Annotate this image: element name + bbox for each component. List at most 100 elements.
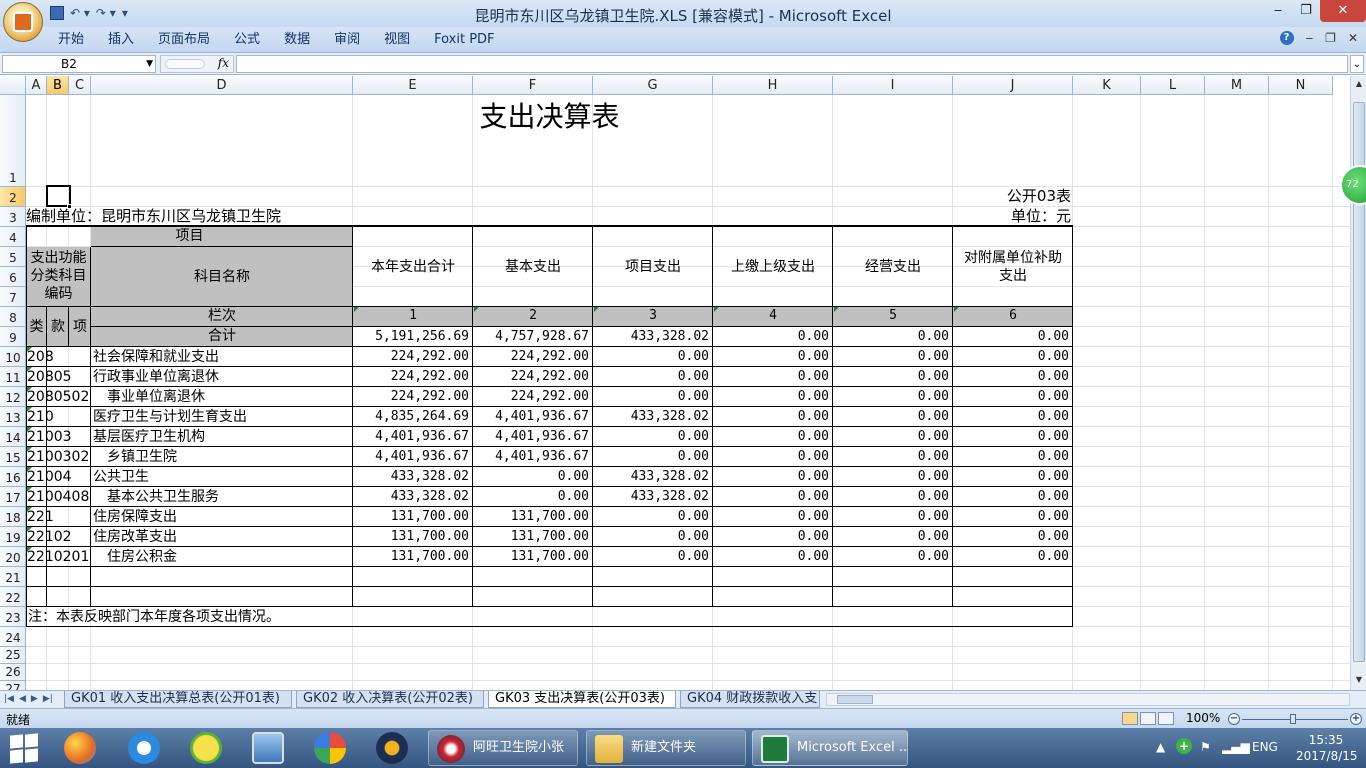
- ie-icon[interactable]: [128, 732, 160, 764]
- tab-review[interactable]: 审阅: [322, 31, 372, 49]
- row-header-1[interactable]: 1: [0, 95, 26, 187]
- close-button[interactable]: ✕: [1320, 0, 1366, 22]
- row-header-2[interactable]: 2: [0, 187, 26, 207]
- row-header-4[interactable]: 4: [0, 227, 26, 247]
- column-header-i[interactable]: I: [833, 76, 953, 95]
- sheet-tab-gk01[interactable]: GK01 收入支出决算总表(公开01表): [64, 691, 292, 708]
- row-header-12[interactable]: 12: [0, 387, 26, 407]
- taskbar-app-wangwang[interactable]: 阿旺卫生院小张: [428, 730, 578, 766]
- column-header-j[interactable]: J: [953, 76, 1073, 95]
- ribbon-restore-icon[interactable]: ❐: [1325, 31, 1336, 45]
- row-header-27[interactable]: 27: [0, 681, 26, 690]
- row-header-17[interactable]: 17: [0, 487, 26, 507]
- tab-formulas[interactable]: 公式: [222, 31, 272, 49]
- minimize-button[interactable]: ‒: [1264, 0, 1292, 22]
- column-header-b[interactable]: B: [47, 76, 69, 95]
- row-header-25[interactable]: 25: [0, 647, 26, 664]
- taskbar-app-excel[interactable]: Microsoft Excel ...: [752, 730, 908, 766]
- language-indicator[interactable]: ENG: [1252, 740, 1278, 754]
- row-header-21[interactable]: 21: [0, 567, 26, 587]
- scroll-up-icon[interactable]: ▲: [1353, 78, 1365, 90]
- remote-desktop-icon[interactable]: [252, 732, 284, 764]
- clock[interactable]: 15:35 2017/8/15: [1296, 732, 1358, 764]
- row-header-19[interactable]: 19: [0, 527, 26, 547]
- row-header-20[interactable]: 20: [0, 547, 26, 567]
- scroll-down-icon[interactable]: ▼: [1353, 674, 1365, 686]
- next-sheet-icon[interactable]: ▶: [31, 691, 38, 707]
- zoom-in-icon[interactable]: +: [1350, 713, 1362, 725]
- chrome-icon[interactable]: [314, 732, 346, 764]
- first-sheet-icon[interactable]: |◀: [4, 691, 14, 707]
- zoom-knob[interactable]: [1290, 714, 1296, 724]
- select-all-corner[interactable]: [0, 76, 26, 95]
- tab-view[interactable]: 视图: [372, 31, 422, 49]
- formula-resize-handle[interactable]: [165, 59, 205, 69]
- last-sheet-icon[interactable]: ▶|: [43, 691, 53, 707]
- qq-browser-icon[interactable]: [190, 732, 222, 764]
- help-icon[interactable]: ?: [1279, 31, 1294, 45]
- column-header-a[interactable]: A: [26, 76, 47, 95]
- network-warning-icon[interactable]: ⚑: [1200, 740, 1211, 754]
- fill-handle[interactable]: [67, 204, 72, 209]
- show-hidden-icons-icon[interactable]: ▲: [1156, 740, 1165, 754]
- horizontal-scrollbar[interactable]: [826, 693, 1350, 706]
- expand-formula-icon[interactable]: ⌄: [1350, 55, 1364, 73]
- row-header-15[interactable]: 15: [0, 447, 26, 467]
- column-header-n[interactable]: N: [1269, 76, 1333, 95]
- zoom-slider[interactable]: − +: [1228, 713, 1362, 725]
- sheet-tab-gk03[interactable]: GK03 支出决算表(公开03表): [488, 691, 676, 708]
- row-header-22[interactable]: 22: [0, 587, 26, 607]
- chevron-down-icon[interactable]: ▼: [146, 56, 153, 72]
- row-header-7[interactable]: 7: [0, 287, 26, 307]
- ribbon-close-icon[interactable]: ✕: [1348, 31, 1358, 45]
- start-button[interactable]: [8, 732, 40, 764]
- formula-input[interactable]: [236, 55, 1348, 73]
- page-layout-view-icon[interactable]: [1140, 712, 1156, 725]
- column-header-f[interactable]: F: [473, 76, 593, 95]
- column-header-g[interactable]: G: [593, 76, 713, 95]
- row-header-24[interactable]: 24: [0, 627, 26, 647]
- row-header-10[interactable]: 10: [0, 347, 26, 367]
- row-header-18[interactable]: 18: [0, 507, 26, 527]
- row-header-6[interactable]: 6: [0, 267, 26, 287]
- column-header-d[interactable]: D: [91, 76, 353, 95]
- prev-sheet-icon[interactable]: ◀: [19, 691, 26, 707]
- sheet-tab-gk04[interactable]: GK04 财政拨款收入支: [680, 691, 820, 708]
- row-header-26[interactable]: 26: [0, 664, 26, 681]
- restore-button[interactable]: ❐: [1292, 0, 1320, 22]
- row-header-13[interactable]: 13: [0, 407, 26, 427]
- column-header-h[interactable]: H: [713, 76, 833, 95]
- column-header-k[interactable]: K: [1073, 76, 1141, 95]
- signal-icon[interactable]: ▂▄▆: [1222, 740, 1250, 754]
- taskbar-app-folder[interactable]: 新建文件夹: [586, 730, 746, 766]
- tab-insert[interactable]: 插入: [96, 31, 146, 49]
- plus-icon[interactable]: +: [1176, 738, 1192, 754]
- row-header-11[interactable]: 11: [0, 367, 26, 387]
- row-header-16[interactable]: 16: [0, 467, 26, 487]
- zoom-out-icon[interactable]: −: [1228, 713, 1240, 725]
- insert-function-icon[interactable]: fx: [218, 56, 229, 70]
- name-box[interactable]: B2 ▼: [2, 55, 156, 73]
- row-header-8[interactable]: 8: [0, 307, 26, 327]
- tab-home[interactable]: 开始: [46, 31, 96, 49]
- page-break-view-icon[interactable]: [1158, 712, 1174, 725]
- normal-view-icon[interactable]: [1122, 712, 1138, 725]
- row-header-14[interactable]: 14: [0, 427, 26, 447]
- zoom-level[interactable]: 100%: [1186, 711, 1220, 725]
- tab-foxit-pdf[interactable]: Foxit PDF: [422, 31, 506, 49]
- sheet-tab-gk02[interactable]: GK02 收入决算表(公开02表): [296, 691, 484, 708]
- column-header-m[interactable]: M: [1205, 76, 1269, 95]
- row-header-3[interactable]: 3: [0, 207, 26, 227]
- column-header-c[interactable]: C: [69, 76, 91, 95]
- tab-data[interactable]: 数据: [272, 31, 322, 49]
- software-icon[interactable]: [376, 732, 408, 764]
- row-header-9[interactable]: 9: [0, 327, 26, 347]
- 360-browser-icon[interactable]: [64, 732, 96, 764]
- hscroll-thumb[interactable]: [837, 695, 873, 704]
- worksheet-grid[interactable]: A B C D E F G H I J K L M N 1 2 3 4 5 6 7 8 9 10 11 12 13 14 15 16 17 1…: [0, 76, 1350, 690]
- column-header-l[interactable]: L: [1141, 76, 1205, 95]
- row-header-5[interactable]: 5: [0, 247, 26, 267]
- row-header-23[interactable]: 23: [0, 607, 26, 627]
- ribbon-minimize-icon[interactable]: ‒: [1306, 31, 1314, 45]
- column-header-e[interactable]: E: [353, 76, 473, 95]
